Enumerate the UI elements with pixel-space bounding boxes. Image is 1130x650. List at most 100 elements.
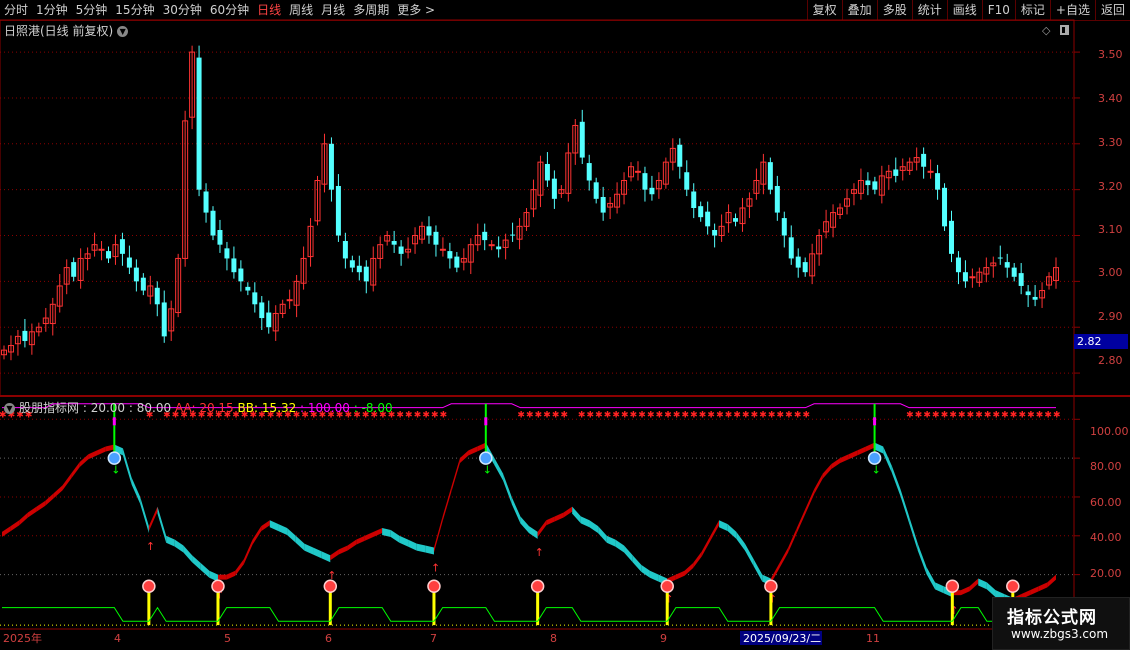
candle-body: [802, 262, 808, 273]
indicator-tick: 20.00: [1090, 567, 1122, 580]
candle-body: [942, 187, 948, 227]
candle-body: [22, 330, 28, 341]
indicator-ribbon: [753, 559, 763, 582]
indicator-ribbon: [546, 516, 555, 526]
indicator-ribbon: [399, 535, 409, 547]
date-label: 7: [430, 632, 437, 645]
candle-body: [286, 299, 293, 302]
indicator-ribbon: [814, 473, 823, 495]
red-star-marker: ✱: [785, 410, 793, 420]
red-star-marker: ✱: [777, 410, 785, 420]
indicator-ribbon: [641, 564, 650, 578]
red-star-marker: ✱: [802, 410, 810, 420]
indicator-ribbon: [883, 446, 892, 473]
indicator-series: ✱ ✱ ✱ ✱ ✱ ✱ ✱ ✱ ✱ ✱ ✱ ✱ ✱ ✱ ✱ ✱ ✱ ✱ ✱ ✱ ✱ ✱ ✱ ✱ ✱ ✱ ✱ ✱ ✱ ✱ ✱ ✱ ✱ ✱ ✱ ✱ ✱ ✱ ✱ ✱…: [0, 403, 1074, 626]
indicator-ribbon: [917, 543, 927, 574]
indicator-ribbon: [382, 528, 391, 537]
indicator-ribbon: [779, 547, 789, 568]
peak-signal-mark: [484, 417, 488, 426]
indicator-ribbon: [347, 539, 357, 551]
indicator-ribbon: [226, 570, 236, 580]
candle-body: [259, 302, 265, 319]
red-star-marker: ✱: [1027, 410, 1035, 420]
price-tick: 2.90: [1098, 310, 1123, 323]
indicator-ribbon: [624, 545, 633, 563]
price-tick: 3.50: [1098, 48, 1123, 61]
indicator-ribbon: [10, 520, 20, 532]
candle-body: [398, 246, 404, 254]
candle-body: [788, 237, 794, 259]
candle-body: [921, 153, 927, 167]
date-cursor-label: 2025/09/23/二: [743, 632, 821, 645]
price-tick: 3.00: [1098, 266, 1123, 279]
candle-body: [955, 257, 961, 273]
candle-body: [391, 241, 397, 245]
red-star-marker: ✱: [1036, 410, 1044, 420]
chart-canvas[interactable]: ◇ 3.50 3.40 3.30 3.20 3.10 3.00 2.90 2.8…: [0, 0, 1130, 650]
indicator-ribbon: [554, 512, 564, 522]
date-label: 11: [866, 632, 880, 645]
red-star-marker: ✱: [699, 410, 707, 420]
diamond-icon[interactable]: ◇: [1042, 24, 1051, 37]
indicator-ribbon: [79, 454, 89, 468]
indicator-ribbon: [243, 539, 253, 565]
candle-body: [586, 163, 592, 181]
indicator-ribbon: [459, 450, 469, 464]
red-star-marker: ✱: [716, 410, 724, 420]
candle-body: [649, 187, 655, 195]
chevron-down-icon[interactable]: ▼: [4, 403, 15, 414]
candle-body: [447, 251, 453, 259]
indicator-ribbon: [105, 444, 115, 452]
indicator-ribbon: [649, 570, 659, 582]
indicator-ribbon: [986, 582, 996, 598]
trough-ball-icon: [211, 579, 225, 594]
candle-body: [161, 302, 167, 337]
red-star-marker: ✱: [396, 410, 404, 420]
candle-body: [1018, 273, 1024, 286]
red-star-marker: ✱: [431, 410, 439, 420]
date-label: 9: [660, 632, 667, 645]
red-star-marker: ✱: [422, 410, 430, 420]
candle-body: [119, 239, 125, 254]
indicator-ribbon: [364, 531, 374, 541]
red-star-marker: ✱: [906, 410, 914, 420]
indicator-ribbon: [2, 526, 11, 537]
indicator-ribbon: [451, 458, 460, 493]
indicator-ribbon: [304, 543, 314, 555]
window-toggle-icon-inner: [1062, 27, 1065, 33]
price-tick: 3.30: [1098, 136, 1123, 149]
candle-body: [98, 248, 105, 251]
red-star-marker: ✱: [612, 410, 620, 420]
candle-body: [342, 241, 348, 259]
candle-body: [245, 286, 251, 291]
candle-body: [634, 170, 641, 173]
candle-body: [969, 276, 976, 279]
red-star-marker: ✱: [1010, 410, 1018, 420]
red-star-marker: ✱: [552, 410, 560, 420]
indicator-ribbon: [511, 496, 521, 524]
trough-ball-icon: [1006, 579, 1020, 594]
candle-body: [335, 185, 341, 236]
trough-ball-icon: [530, 579, 545, 594]
indicator-ribbon: [313, 547, 322, 559]
indicator-param-1: : 20.00: [82, 401, 126, 415]
peak-ball-icon: [479, 451, 493, 465]
chevron-down-icon[interactable]: ▼: [117, 26, 129, 37]
chart-title: 日照港(日线 前复权) ▼: [4, 22, 129, 39]
indicator-ribbon: [693, 551, 702, 568]
candle-body: [482, 231, 488, 241]
candle-body: [133, 267, 139, 282]
candle-body: [579, 121, 585, 158]
candle-body: [642, 173, 648, 190]
indicator-ribbon: [338, 545, 348, 555]
red-star-marker: ✱: [707, 410, 715, 420]
indicator-ribbon: [632, 555, 642, 572]
candle-body: [600, 196, 606, 213]
candle-body: [71, 262, 77, 277]
indicator-ribbon: [433, 516, 443, 553]
indicator-ribbon: [960, 586, 970, 596]
indicator-ribbon: [252, 526, 262, 545]
red-star-marker: ✱: [405, 410, 413, 420]
up-arrow-icon: ↑: [768, 593, 777, 606]
indicator-ribbon: [468, 446, 478, 456]
